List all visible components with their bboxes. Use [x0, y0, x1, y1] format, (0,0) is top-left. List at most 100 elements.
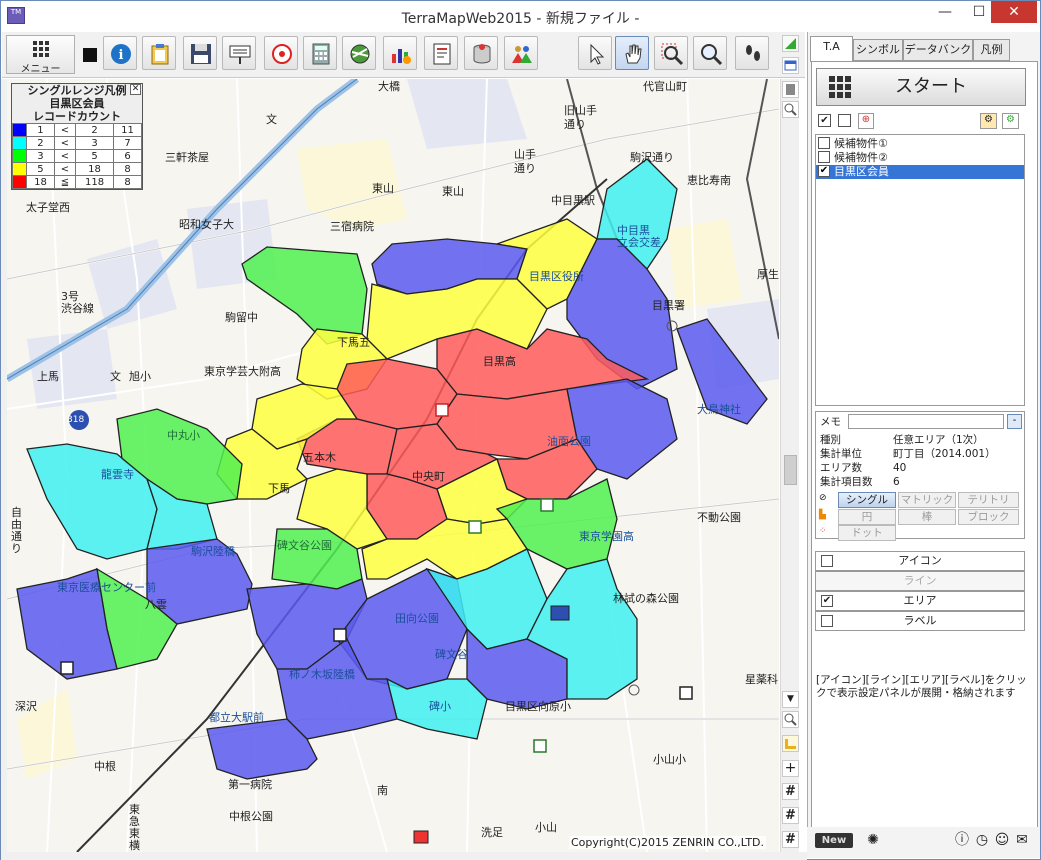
legend-close-button[interactable]: ✕ [130, 84, 141, 95]
layer-area-toggle[interactable]: ✔ エリア [815, 591, 1025, 611]
list-item-checkbox[interactable] [818, 151, 830, 163]
grid-large-icon[interactable]: # [782, 831, 799, 848]
mail-icon[interactable]: ✉ [1012, 830, 1032, 850]
map-label: 南 [377, 784, 388, 797]
map-label: 東山 [372, 182, 394, 195]
uncheck-all-icon[interactable] [838, 114, 851, 127]
menu-grid-icon [32, 41, 49, 57]
pan-tool-button[interactable] [615, 36, 649, 70]
map-side-toolbar: ▼ + # # # [780, 35, 799, 852]
close-button[interactable]: ✕ [991, 1, 1037, 23]
clock-icon[interactable]: ◷ [972, 830, 992, 850]
footprint-button[interactable] [735, 36, 769, 70]
info-value: 町丁目（2014.001） [893, 448, 996, 460]
info-value: 40 [893, 462, 907, 474]
mode-matrix-button[interactable]: マトリックス [898, 492, 956, 520]
lightbulb-icon[interactable]: ✺ [863, 830, 883, 850]
map-label: 駒留中 [225, 311, 258, 324]
zoom-out-icon[interactable] [782, 101, 799, 118]
list-item-selected[interactable]: ✔ 目黒区会員 [816, 165, 1024, 179]
side-tabs: T.A シンボル データバンク 凡例 [810, 36, 1039, 62]
help-icon[interactable]: ⓘ [952, 830, 972, 850]
signal-strength-icon[interactable] [782, 35, 799, 52]
report-icon [433, 43, 451, 65]
tab-legend[interactable]: 凡例 [973, 39, 1010, 61]
select-tool-button[interactable] [578, 36, 612, 70]
map-label: 大鳥神社 [697, 403, 741, 416]
crosshair-icon[interactable]: + [782, 760, 799, 777]
tab-databank[interactable]: データバンク [903, 39, 973, 61]
floppy-disk-icon [191, 44, 211, 64]
menu-button[interactable]: メニュー [6, 35, 75, 75]
mode-dot-button[interactable]: ドット [838, 525, 896, 541]
clipboard-button[interactable] [142, 36, 176, 70]
calculator-button[interactable] [303, 36, 337, 70]
zoom-area-button[interactable] [654, 36, 688, 70]
map-label: 油面公園 [547, 435, 591, 448]
check-all-icon[interactable]: ✔ [818, 114, 831, 127]
memo-collapse-button[interactable]: - [1007, 414, 1022, 429]
settings-icon[interactable]: ⚙ [980, 113, 997, 129]
layer-label-toggle[interactable]: ラベル [815, 611, 1025, 631]
list-item-checkbox[interactable] [818, 137, 830, 149]
mode-single-button[interactable]: シングル [838, 492, 896, 508]
info-key: エリア数 [820, 462, 862, 474]
add-area-icon[interactable]: ⊕ [858, 113, 874, 129]
database-button[interactable] [464, 36, 498, 70]
grid-medium-icon[interactable]: # [782, 807, 799, 824]
mode-territory-button[interactable]: テリトリ [958, 492, 1019, 508]
grid-small-icon[interactable]: # [782, 783, 799, 800]
scrollbar-thumb[interactable] [784, 455, 797, 485]
print-button[interactable] [222, 36, 256, 70]
color-swatch-icon[interactable] [83, 48, 97, 62]
zoom-in-icon[interactable] [782, 711, 799, 728]
scroll-down-arrow-icon[interactable]: ▼ [782, 691, 799, 708]
layer-checkbox[interactable]: ✔ [821, 595, 833, 607]
start-button[interactable]: スタート [816, 68, 1026, 106]
map-label: 目黒区役所 [529, 270, 584, 283]
layer-line-toggle[interactable]: ライン [815, 571, 1025, 591]
people-button[interactable] [504, 36, 538, 70]
layer-checkbox[interactable] [821, 615, 833, 627]
map-label: 碑文谷 [435, 648, 468, 661]
scale-ruler-icon[interactable] [782, 735, 799, 752]
map-label: 八雲 [145, 598, 167, 611]
map-label: 深沢 [15, 700, 37, 713]
ta-panel: スタート ✔ ⊕ ⚙ ⚙ 候補物件① 候補物件② ✔ 目黒区会員 メモ - 種別 … [811, 61, 1038, 856]
map-label: 上馬 [37, 370, 59, 383]
window-icon[interactable] [782, 57, 799, 74]
map-label: 旭小 [129, 370, 151, 383]
mode-block-button[interactable]: ブロック [958, 509, 1019, 525]
layer-icon-toggle[interactable]: アイコン [815, 551, 1025, 571]
report-button[interactable] [424, 36, 458, 70]
memo-field[interactable] [848, 414, 1004, 429]
list-item-checkbox[interactable]: ✔ [818, 165, 830, 177]
map-label: 通り [514, 162, 536, 175]
people-settings-icon[interactable]: ⚙ [1002, 113, 1019, 129]
map-label: 中目黒駅 [551, 194, 595, 207]
area-list: 候補物件① 候補物件② ✔ 目黒区会員 [815, 134, 1025, 406]
mode-circle-button[interactable]: 円 [838, 509, 896, 525]
map-label: 駒沢通り [630, 151, 674, 164]
save-button[interactable] [183, 36, 217, 70]
list-item[interactable]: 候補物件② [816, 151, 1024, 165]
target-button[interactable] [264, 36, 298, 70]
list-item[interactable]: 候補物件① [816, 137, 1024, 151]
layer-checkbox[interactable] [821, 555, 833, 567]
map-legend[interactable]: シングルレンジ凡例 ✕ 目黒区会員 レコードカウント 1 <2 11 2 <3 7 3 <5… [11, 83, 143, 190]
new-badge[interactable]: New [815, 833, 853, 848]
building-icon[interactable] [782, 81, 799, 98]
info-button[interactable]: i [103, 36, 137, 70]
map-label: 駒沢陸橋 [191, 545, 235, 558]
map-canvas[interactable]: シングルレンジ凡例 ✕ 目黒区会員 レコードカウント 1 <2 11 2 <3 7 3 <5… [7, 79, 779, 852]
zoom-button[interactable] [693, 36, 727, 70]
smiley-icon[interactable]: ☺ [992, 830, 1012, 850]
tab-ta[interactable]: T.A [810, 36, 853, 62]
svg-text:i: i [119, 48, 124, 63]
map-label: 太子堂西 [26, 201, 70, 214]
tab-symbol[interactable]: シンボル [853, 39, 903, 61]
chart-button[interactable] [383, 36, 417, 70]
legend-swatch [12, 149, 27, 163]
globe-tool-button[interactable] [342, 36, 376, 70]
mode-bar-button[interactable]: 棒 [898, 509, 956, 525]
